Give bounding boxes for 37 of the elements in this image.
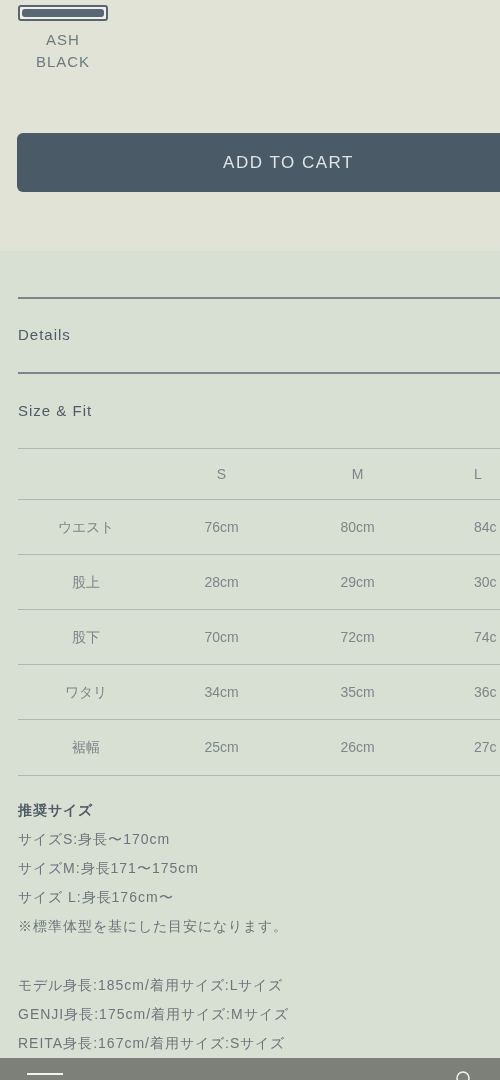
table-cell-text: 72cm — [340, 627, 375, 647]
model-note: REITA身長:167cm/着用サイズ:Sサイズ — [18, 1033, 287, 1053]
size-note: サイズS:身長〜170cm — [18, 830, 172, 849]
model-note: GENJI身長:175cm/着用サイズ:Mサイズ — [18, 1004, 290, 1024]
table-cell-text: 84c — [474, 517, 497, 537]
table-cell-text: 74c — [474, 627, 497, 647]
section-title: 推奨サイズ — [18, 801, 94, 820]
row-label: 裾幅 — [71, 738, 100, 757]
add-to-cart-button[interactable]: ADD TO CART — [17, 133, 500, 192]
row-label: 股下 — [71, 627, 100, 647]
swatch-label: ASH BLACK — [35, 30, 91, 72]
table-cell-text: 30c — [474, 572, 497, 592]
accordion-header[interactable]: Size & Fit — [18, 374, 500, 449]
column-header: M — [351, 464, 364, 484]
table-cell-text: 70cm — [204, 627, 239, 647]
table-cell-text: 36c — [474, 682, 497, 702]
column-header: S — [216, 464, 227, 484]
accordion-header[interactable]: Details — [18, 299, 500, 374]
search-icon[interactable] — [455, 1070, 471, 1080]
color-swatch[interactable] — [18, 5, 108, 21]
table-cell-text: 25cm — [204, 738, 239, 757]
row-label: ウエスト — [57, 517, 114, 537]
size-note: ※標準体型を基にした目安になります。 — [18, 917, 289, 936]
table-cell-text: 80cm — [340, 517, 375, 537]
row-label: ワタリ — [64, 682, 107, 702]
column-header: L — [474, 464, 482, 484]
table-cell-text: 28cm — [204, 572, 239, 592]
row-label: 股上 — [71, 572, 100, 592]
table-cell-text: 26cm — [340, 738, 375, 757]
table-cell-text: 35cm — [340, 682, 375, 702]
table-cell-text: 34cm — [204, 682, 239, 702]
table-cell-text: 29cm — [340, 572, 375, 592]
size-note: サイズM:身長171〜175cm — [18, 859, 200, 878]
model-note: モデル身長:185cm/着用サイズ:Lサイズ — [18, 975, 285, 995]
table-cell-text: 27c — [474, 738, 497, 757]
table-cell-text: 76cm — [204, 517, 239, 537]
size-note: サイズ L:身長176cm〜 — [18, 888, 175, 907]
